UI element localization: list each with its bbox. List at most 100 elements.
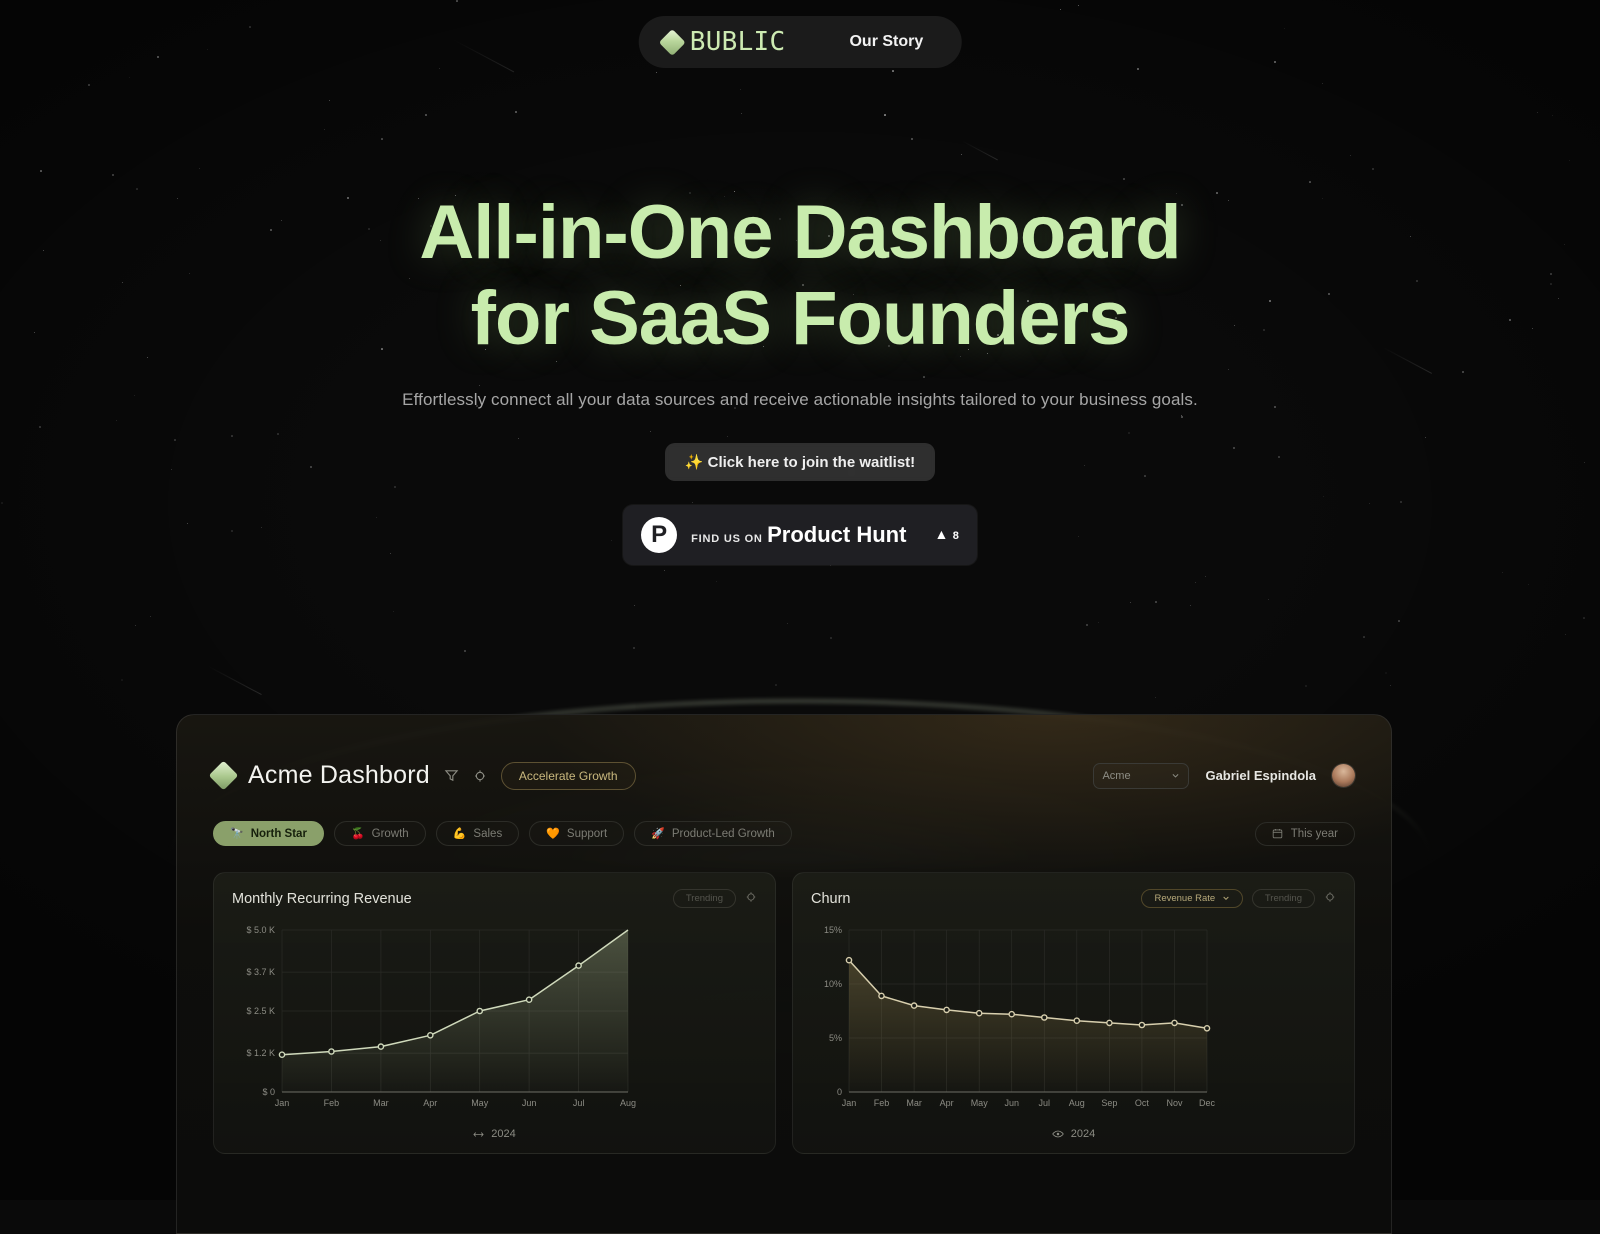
dashboard-tabs: 🔭 North Star 🍒 Growth 💪 Sales 🧡 Support … — [213, 821, 792, 846]
org-select[interactable]: Acme — [1093, 762, 1190, 789]
top-navbar: BUBLIC Our Story — [638, 16, 962, 68]
tab-label: Sales — [473, 827, 503, 840]
card-churn: Churn Revenue Rate Trending 15% 10% 5% 0… — [792, 872, 1355, 1154]
tab-emoji-icon: 🧡 — [546, 828, 560, 840]
tab-emoji-icon: 🚀 — [651, 828, 665, 840]
product-hunt-upvote[interactable]: ▲ 8 — [920, 526, 958, 544]
svg-text:Jul: Jul — [573, 1098, 585, 1108]
brand[interactable]: BUBLIC — [658, 27, 820, 57]
svg-text:$ 2.5 K: $ 2.5 K — [246, 1006, 275, 1016]
dashboard-header: Acme Dashbord Accelerate Growth Acme Gab… — [208, 760, 1355, 791]
upvote-arrow-icon: ▲ — [934, 526, 949, 542]
tab-sales[interactable]: 💪 Sales — [435, 821, 520, 846]
svg-text:Mar: Mar — [373, 1098, 389, 1108]
svg-text:Jun: Jun — [522, 1098, 537, 1108]
date-range-value: This year — [1290, 827, 1338, 840]
svg-text:Mar: Mar — [906, 1098, 922, 1108]
tab-label: North Star — [250, 827, 307, 840]
tab-product-led-growth[interactable]: 🚀 Product-Led Growth — [634, 821, 792, 846]
tab-emoji-icon: 💪 — [452, 828, 467, 840]
product-hunt-big-label: Product Hunt — [767, 522, 907, 547]
svg-text:Jul: Jul — [1039, 1098, 1051, 1108]
svg-text:$ 0: $ 0 — [262, 1087, 275, 1097]
svg-text:Nov: Nov — [1166, 1098, 1183, 1108]
accelerate-growth-pill[interactable]: Accelerate Growth — [500, 761, 636, 790]
svg-text:0: 0 — [837, 1087, 842, 1097]
tab-emoji-icon: 🔭 — [230, 828, 244, 840]
svg-text:$ 3.7 K: $ 3.7 K — [246, 967, 275, 977]
product-hunt-badge[interactable]: P FIND US ON Product Hunt ▲ 8 — [623, 505, 977, 565]
trending-badge: Trending — [1251, 889, 1315, 908]
filter-icon[interactable] — [444, 768, 459, 783]
diamond-icon — [208, 760, 239, 791]
tab-growth[interactable]: 🍒 Growth — [333, 821, 426, 846]
tab-emoji-icon: 🍒 — [350, 828, 365, 840]
footer-year: 2024 — [1070, 1128, 1096, 1140]
eye-icon — [1052, 1130, 1064, 1138]
svg-text:Aug: Aug — [1069, 1098, 1085, 1108]
diamond-icon — [658, 28, 686, 56]
nav-link-our-story[interactable]: Our Story — [819, 21, 953, 63]
svg-text:Sep: Sep — [1101, 1098, 1117, 1108]
chevron-down-icon — [1173, 774, 1179, 778]
revenue-rate-value: Revenue Rate — [1154, 893, 1216, 904]
dashboard-cards: Monthly Recurring Revenue Trending $ 5.0… — [213, 872, 1355, 1154]
dashboard-title: Acme Dashbord — [248, 761, 430, 789]
product-hunt-text: FIND US ON Product Hunt — [691, 523, 906, 547]
mrr-chart: $ 5.0 K $ 3.7 K $ 2.5 K $ 1.2 K $ 0 Jan Feb Ma… — [232, 922, 757, 1118]
svg-text:Jun: Jun — [1004, 1098, 1019, 1108]
avatar[interactable] — [1332, 764, 1355, 787]
hero-subtitle: Effortlessly connect all your data sourc… — [402, 390, 1198, 409]
dashboard-preview: Acme Dashbord Accelerate Growth Acme Gab… — [176, 714, 1392, 1234]
tab-label: Product-Led Growth — [671, 827, 775, 840]
svg-text:15%: 15% — [824, 925, 842, 935]
org-select-value: Acme — [1102, 769, 1131, 782]
upvote-count: 8 — [952, 530, 959, 542]
svg-text:$ 1.2 K: $ 1.2 K — [246, 1048, 275, 1058]
card-title: Churn — [811, 890, 851, 907]
page-title: All-in-One Dashboard for SaaS Founders — [0, 190, 1600, 362]
card-title: Monthly Recurring Revenue — [232, 890, 412, 907]
plug-icon[interactable] — [745, 890, 757, 908]
svg-text:Feb: Feb — [324, 1098, 340, 1108]
hero-section: All-in-One Dashboard for SaaS Founders E… — [0, 0, 1600, 565]
hero-heading-line-2: for SaaS Founders — [470, 276, 1131, 361]
svg-text:5%: 5% — [829, 1033, 842, 1043]
revenue-rate-dropdown[interactable]: Revenue Rate — [1141, 889, 1243, 908]
tab-label: Support — [566, 827, 608, 840]
user-name: Gabriel Espindola — [1205, 768, 1316, 783]
tab-label: Growth — [371, 827, 409, 840]
tab-support[interactable]: 🧡 Support — [529, 821, 625, 846]
svg-text:May: May — [971, 1098, 989, 1108]
product-hunt-small-label: FIND US ON — [691, 533, 763, 545]
trending-badge: Trending — [672, 889, 736, 908]
svg-text:Feb: Feb — [874, 1098, 890, 1108]
svg-text:Apr: Apr — [940, 1098, 954, 1108]
footer-year: 2024 — [491, 1128, 516, 1140]
svg-text:10%: 10% — [824, 979, 842, 989]
churn-chart: 15% 10% 5% 0 Jan Feb Mar Apr May Jun Jul Aug Sep Oct… — [811, 922, 1336, 1118]
join-waitlist-button[interactable]: ✨ Click here to join the waitlist! — [664, 443, 936, 481]
svg-text:Aug: Aug — [620, 1098, 636, 1108]
svg-text:May: May — [471, 1098, 489, 1108]
date-range-picker[interactable]: This year — [1254, 821, 1355, 846]
tab-north-star[interactable]: 🔭 North Star — [213, 821, 324, 846]
dashboard-tabs-row: 🔭 North Star 🍒 Growth 💪 Sales 🧡 Support … — [213, 821, 1355, 846]
plug-icon[interactable] — [473, 769, 487, 783]
product-hunt-icon: P — [641, 517, 678, 553]
svg-text:Jan: Jan — [842, 1098, 857, 1108]
card-footer: 2024 — [232, 1128, 757, 1140]
brand-name: BUBLIC — [689, 27, 786, 57]
svg-text:Dec: Dec — [1199, 1098, 1215, 1108]
svg-text:Oct: Oct — [1135, 1098, 1150, 1108]
hero-heading-line-1: All-in-One Dashboard — [419, 190, 1181, 275]
chevron-down-icon — [1223, 897, 1229, 901]
svg-text:$ 5.0 K: $ 5.0 K — [246, 925, 275, 935]
card-monthly-recurring-revenue: Monthly Recurring Revenue Trending $ 5.0… — [213, 872, 776, 1154]
compare-icon — [473, 1131, 484, 1137]
calendar-icon — [1272, 828, 1282, 839]
svg-text:Jan: Jan — [275, 1098, 290, 1108]
svg-text:Apr: Apr — [423, 1098, 437, 1108]
card-footer: 2024 — [811, 1128, 1336, 1140]
plug-icon[interactable] — [1324, 890, 1336, 908]
